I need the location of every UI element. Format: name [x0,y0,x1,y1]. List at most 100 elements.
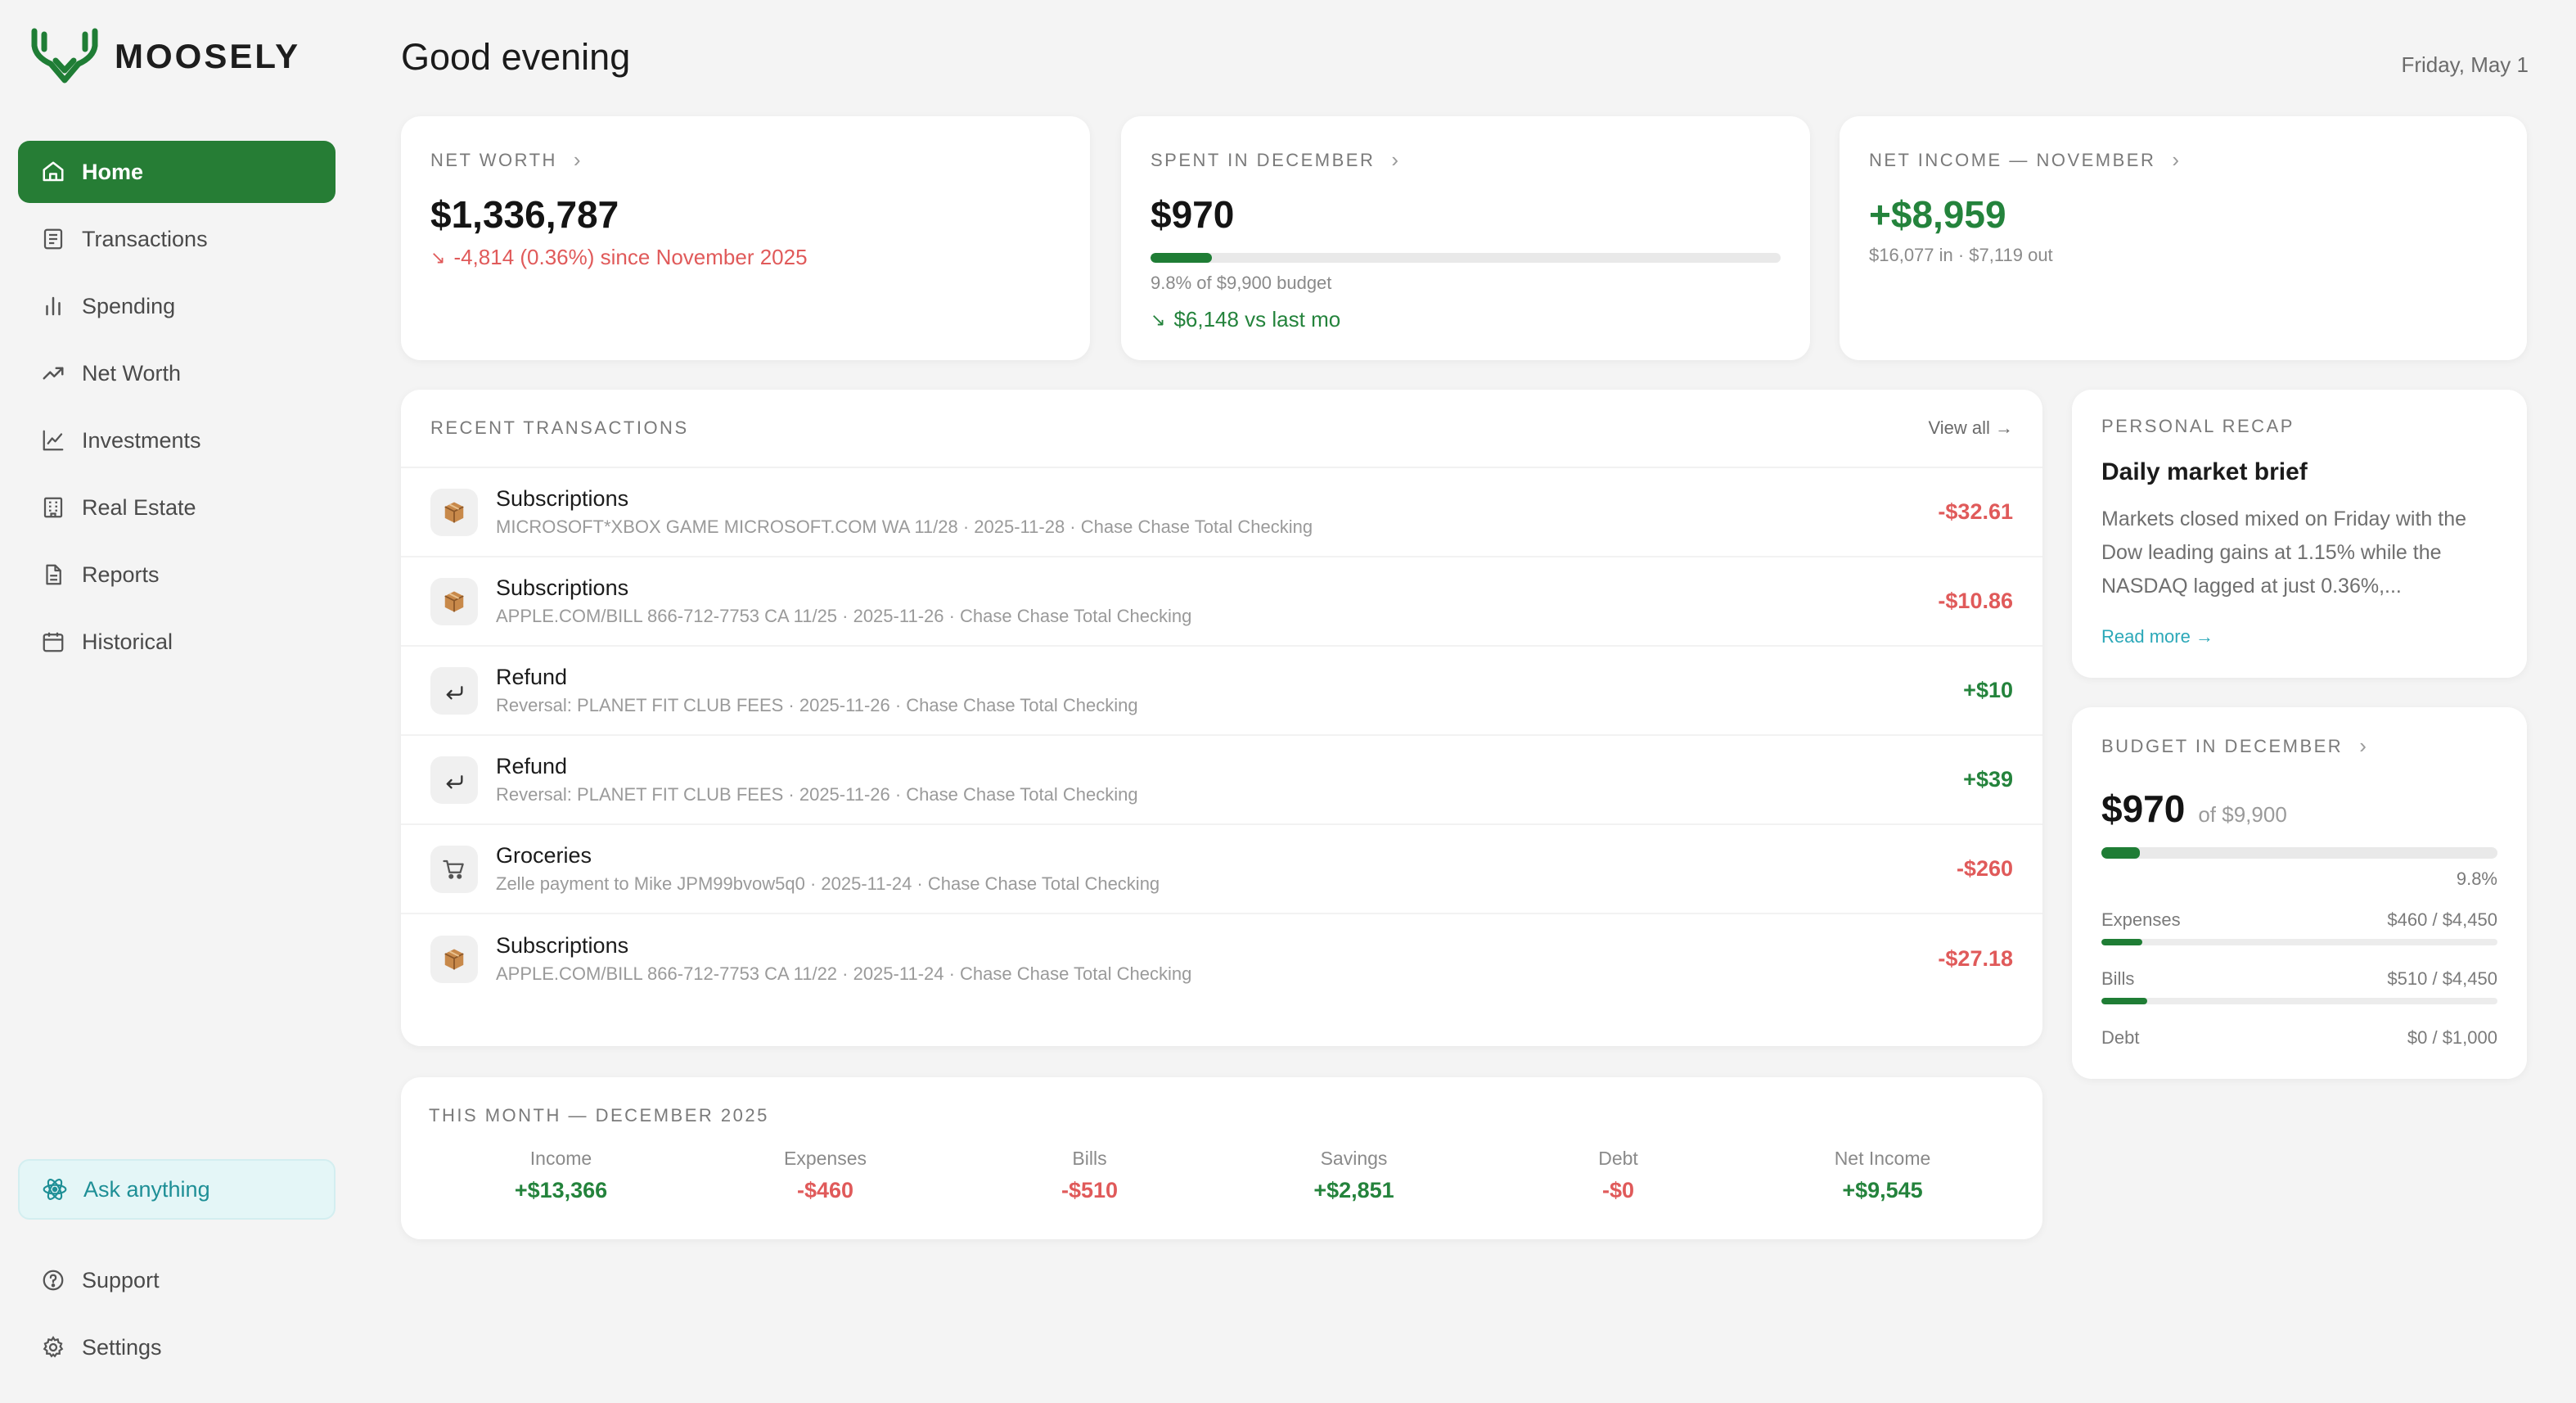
gear-icon [39,1333,67,1361]
this-month-summary: Income +$13,366 Expenses -$460 Bills -$5… [429,1148,2015,1203]
month-stat-name: Income [529,1148,592,1169]
sidebar-item-home[interactable]: Home [18,141,336,203]
sidebar-item-label: Settings [82,1334,162,1360]
month-stat-value: -$510 [1061,1178,1119,1202]
month-stat-value: +$2,851 [1313,1178,1394,1202]
line-chart-icon [39,426,67,454]
month-stat-name: Expenses [783,1148,867,1169]
recent-transactions-header: RECENT TRANSACTIONS View all → [401,390,2042,468]
calendar-icon [39,628,67,656]
month-stat-name: Savings [1320,1148,1388,1169]
spent-vs-last: ↘ $6,148 vs last mo [1151,307,1781,332]
help-circle-icon [39,1266,67,1294]
net-worth-change-text: -4,814 (0.36%) since November 2025 [453,245,808,269]
recent-transactions-card: RECENT TRANSACTIONS View all → Subscript… [401,390,2042,1046]
budget-value: $970 [2101,787,2186,830]
month-net-income: Net Income +$9,545 [1750,1148,2015,1203]
spent-card[interactable]: SPENT IN DECEMBER › $970 9.8% of $9,900 … [1121,116,1810,360]
net-income-label: NET INCOME — NOVEMBER › [1869,147,2497,173]
transaction-text: Subscriptions APPLE.COM/BILL 866-712-775… [496,575,1938,627]
sidebar-item-label: Historical [82,629,173,654]
month-debt: Debt -$0 [1486,1148,1750,1203]
sidebar-item-label: Investments [82,427,201,453]
budget-breakdown: Expenses $460 / $4,450 Bills $510 / $4,4… [2101,909,2497,1049]
view-all-link[interactable]: View all → [1928,417,2013,439]
table-row[interactable]: Refund Reversal: PLANET FIT CLUB FEES · … [401,647,2042,736]
ask-anything-label: Ask anything [83,1176,210,1202]
trend-up-icon [39,359,67,387]
transaction-amount: +$10 [1963,678,2013,702]
table-row[interactable]: Refund Reversal: PLANET FIT CLUB FEES · … [401,736,2042,825]
transaction-amount: -$260 [1956,856,2013,881]
return-arrow-icon [430,756,478,804]
month-stat-value: +$13,366 [514,1178,608,1202]
net-worth-label-text: NET WORTH [430,149,557,170]
transaction-title: Subscriptions [496,486,629,511]
transaction-description: Reversal: PLANET FIT CLUB FEES · 2025-11… [496,695,1138,715]
sidebar-item-investments[interactable]: Investments [18,409,336,471]
recap-body: Markets closed mixed on Friday with the … [2101,508,2467,598]
transaction-amount: -$10.86 [1938,589,2013,613]
receipt-icon [39,225,67,253]
budget-total: of $9,900 [2198,802,2287,827]
budget-line-value: $0 / $1,000 [2407,1027,2497,1048]
spent-budget-text: 9.8% of $9,900 budget [1151,273,1332,293]
transaction-description: APPLE.COM/BILL 866-712-7753 CA 11/22 · 2… [496,963,1192,984]
sidebar-item-historical[interactable]: Historical [18,611,336,673]
spent-progress-bar [1151,253,1781,263]
budget-line-name: Debt [2101,1027,2140,1048]
sidebar-item-reports[interactable]: Reports [18,544,336,606]
sidebar-item-spending[interactable]: Spending [18,275,336,337]
month-stat-value: -$460 [796,1178,854,1202]
budget-line-bar [2101,939,2497,945]
spent-progress-fill [1151,253,1213,263]
budget-line-name: Expenses [2101,909,2181,930]
chevron-right-icon: › [573,147,581,172]
sidebar-item-real-estate[interactable]: Real Estate [18,476,336,539]
budget-line-value: $510 / $4,450 [2387,968,2497,989]
spent-label: SPENT IN DECEMBER › [1151,147,1781,173]
month-savings: Savings +$2,851 [1222,1148,1486,1203]
table-row[interactable]: Groceries Zelle payment to Mike JPM99bvo… [401,825,2042,914]
month-stat-name: Bills [1072,1148,1107,1169]
recent-transactions-label: RECENT TRANSACTIONS [430,417,689,438]
transaction-text: Subscriptions MICROSOFT*XBOX GAME MICROS… [496,486,1938,538]
read-more-link[interactable]: Read more → [2101,626,2497,647]
logo[interactable]: MOOSELY [29,28,300,85]
app-name: MOOSELY [115,37,301,75]
budget-card[interactable]: BUDGET IN DECEMBER › $970 of $9,900 9.8%… [2072,707,2527,1079]
budget-line-expenses: Expenses $460 / $4,450 [2101,909,2497,931]
sidebar: MOOSELY Home Transactions Spending Net W… [0,0,360,1403]
net-worth-change: ↘ -4,814 (0.36%) since November 2025 [430,245,1061,270]
sidebar-item-transactions[interactable]: Transactions [18,208,336,270]
home-icon [39,158,67,186]
budget-progress-bar [2101,847,2497,859]
table-row[interactable]: Subscriptions APPLE.COM/BILL 866-712-775… [401,557,2042,647]
document-icon [39,561,67,589]
budget-line-debt: Debt $0 / $1,000 [2101,1027,2497,1049]
sidebar-item-net-worth[interactable]: Net Worth [18,342,336,404]
net-worth-card[interactable]: NET WORTH › $1,336,787 ↘ -4,814 (0.36%) … [401,116,1090,360]
budget-progress-fill [2101,847,2141,859]
table-row[interactable]: Subscriptions APPLE.COM/BILL 866-712-775… [401,914,2042,1004]
transaction-title: Refund [496,754,568,778]
net-income-label-text: NET INCOME — NOVEMBER [1869,149,2156,170]
transaction-description: MICROSOFT*XBOX GAME MICROSOFT.COM WA 11/… [496,517,1313,537]
table-row[interactable]: Subscriptions MICROSOFT*XBOX GAME MICROS… [401,468,2042,557]
net-income-card[interactable]: NET INCOME — NOVEMBER › +$8,959 $16,077 … [1840,116,2527,360]
transaction-title: Groceries [496,843,592,868]
budget-label-text: BUDGET IN DECEMBER [2101,735,2344,756]
spent-vs-last-text: $6,148 vs last mo [1173,307,1341,332]
ask-anything-button[interactable]: Ask anything [18,1159,336,1220]
budget-line-value: $460 / $4,450 [2387,909,2497,930]
sidebar-item-label: Support [82,1267,160,1292]
sidebar-item-settings[interactable]: Settings [18,1316,336,1378]
net-worth-label: NET WORTH › [430,147,1061,173]
sidebar-item-support[interactable]: Support [18,1249,336,1311]
this-month-card: THIS MONTH — DECEMBER 2025 Income +$13,3… [401,1077,2042,1239]
transaction-text: Subscriptions APPLE.COM/BILL 866-712-775… [496,933,1938,985]
budget-line-fill [2101,998,2147,1004]
transaction-text: Refund Reversal: PLANET FIT CLUB FEES · … [496,754,1963,805]
spent-label-text: SPENT IN DECEMBER [1151,149,1376,170]
transaction-description: APPLE.COM/BILL 866-712-7753 CA 11/25 · 2… [496,606,1192,626]
